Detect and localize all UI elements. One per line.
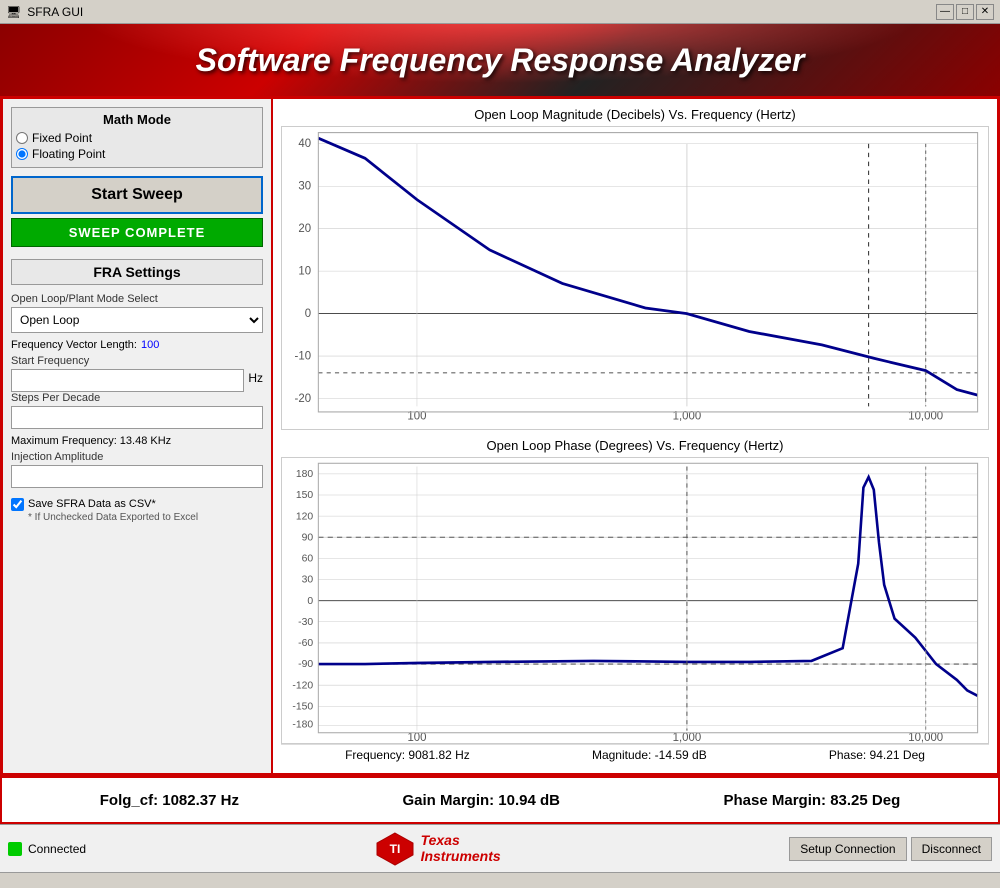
start-freq-input[interactable]: 20.0000 bbox=[11, 369, 244, 392]
sweep-section: Start Sweep SWEEP COMPLETE bbox=[11, 176, 263, 247]
math-mode-section: Math Mode Fixed Point Floating Point bbox=[11, 107, 263, 168]
freq-vector-line: Frequency Vector Length: 100 bbox=[11, 339, 263, 351]
svg-text:90: 90 bbox=[302, 532, 314, 543]
max-freq-display: Maximum Frequency: 13.48 KHz bbox=[11, 435, 263, 447]
folg-cf-metric: Folg_cf: 1082.37 Hz bbox=[100, 792, 239, 809]
scrollbar-area bbox=[0, 872, 1000, 888]
magnitude-chart-area: 40 30 20 10 0 -10 -20 100 bbox=[281, 126, 989, 430]
settings-area: Open Loop/Plant Mode Select Open Loop Pl… bbox=[11, 293, 263, 523]
injection-amplitude-label: Injection Amplitude bbox=[11, 451, 263, 463]
minimize-button[interactable]: — bbox=[936, 4, 954, 20]
steps-per-decade-input[interactable]: 35 bbox=[11, 406, 263, 429]
disconnect-button[interactable]: Disconnect bbox=[911, 837, 992, 861]
injection-amplitude-input[interactable]: .0500 bbox=[11, 465, 263, 488]
freq-vector-label: Frequency Vector Length: bbox=[11, 339, 137, 351]
steps-per-decade-label: Steps Per Decade bbox=[11, 392, 263, 404]
start-sweep-button[interactable]: Start Sweep bbox=[11, 176, 263, 214]
fixed-point-radio[interactable] bbox=[16, 132, 28, 144]
right-panel: Open Loop Magnitude (Decibels) Vs. Frequ… bbox=[273, 99, 997, 773]
svg-text:30: 30 bbox=[298, 178, 311, 193]
svg-text:0: 0 bbox=[305, 306, 312, 321]
svg-text:1,000: 1,000 bbox=[673, 732, 702, 743]
math-mode-label: Math Mode bbox=[16, 112, 258, 127]
mode-select-label: Open Loop/Plant Mode Select bbox=[11, 293, 263, 305]
floating-point-label: Floating Point bbox=[32, 147, 105, 161]
svg-text:10: 10 bbox=[298, 263, 311, 278]
svg-text:0: 0 bbox=[307, 595, 313, 606]
ti-logo-line1: Texas bbox=[421, 833, 501, 848]
metrics-bar: Folg_cf: 1082.37 Hz Gain Margin: 10.94 d… bbox=[0, 776, 1000, 824]
svg-text:-180: -180 bbox=[292, 719, 313, 730]
floating-point-option[interactable]: Floating Point bbox=[16, 147, 258, 161]
svg-text:10,000: 10,000 bbox=[908, 732, 943, 743]
svg-text:-60: -60 bbox=[298, 638, 313, 649]
fra-settings-label: FRA Settings bbox=[16, 264, 258, 280]
app-icon: 🖥 bbox=[6, 5, 21, 19]
title-bar-text: SFRA GUI bbox=[27, 5, 83, 19]
phase-readout: Phase: 94.21 Deg bbox=[829, 748, 925, 762]
magnitude-chart-container: Open Loop Magnitude (Decibels) Vs. Frequ… bbox=[281, 107, 989, 430]
svg-text:20: 20 bbox=[298, 221, 311, 236]
svg-text:40: 40 bbox=[298, 136, 311, 151]
ti-logo-line2: Instruments bbox=[421, 849, 501, 864]
svg-text:-90: -90 bbox=[298, 659, 313, 670]
close-button[interactable]: ✕ bbox=[976, 4, 994, 20]
ti-logo: TI Texas Instruments bbox=[375, 831, 501, 867]
svg-text:-120: -120 bbox=[292, 680, 313, 691]
fra-settings-section: FRA Settings bbox=[11, 259, 263, 285]
magnitude-chart-svg: 40 30 20 10 0 -10 -20 100 bbox=[282, 127, 988, 429]
save-csv-label: Save SFRA Data as CSV* bbox=[28, 498, 198, 510]
svg-text:-150: -150 bbox=[292, 701, 313, 712]
gain-margin-metric: Gain Margin: 10.94 dB bbox=[402, 792, 560, 809]
ti-logo-icon: TI bbox=[375, 831, 415, 867]
phase-chart-title: Open Loop Phase (Degrees) Vs. Frequency … bbox=[281, 438, 989, 453]
svg-text:60: 60 bbox=[302, 553, 314, 564]
frequency-readout: Frequency: 9081.82 Hz bbox=[345, 748, 470, 762]
header-banner: Software Frequency Response Analyzer bbox=[0, 24, 1000, 96]
svg-text:1,000: 1,000 bbox=[673, 408, 702, 423]
connected-status: Connected bbox=[8, 842, 86, 856]
freq-vector-value: 100 bbox=[141, 339, 159, 351]
svg-text:30: 30 bbox=[302, 574, 314, 585]
start-freq-unit: Hz bbox=[248, 371, 263, 385]
left-panel: Math Mode Fixed Point Floating Point Sta… bbox=[3, 99, 273, 773]
floating-point-radio[interactable] bbox=[16, 148, 28, 160]
ti-logo-text: Texas Instruments bbox=[421, 833, 501, 864]
title-bar: 🖥 SFRA GUI — □ ✕ bbox=[0, 0, 1000, 24]
svg-text:100: 100 bbox=[407, 408, 426, 423]
fixed-point-option[interactable]: Fixed Point bbox=[16, 131, 258, 145]
bottom-buttons: Setup Connection Disconnect bbox=[789, 837, 992, 861]
phase-chart-svg: 180 150 120 90 60 30 0 -30 -60 -90 -120 … bbox=[282, 458, 988, 743]
phase-chart-container: Open Loop Phase (Degrees) Vs. Frequency … bbox=[281, 438, 989, 765]
sweep-complete-indicator: SWEEP COMPLETE bbox=[11, 218, 263, 247]
svg-text:100: 100 bbox=[407, 732, 426, 743]
save-csv-section: Save SFRA Data as CSV* * If Unchecked Da… bbox=[11, 498, 263, 523]
save-csv-checkbox[interactable] bbox=[11, 498, 24, 511]
svg-text:180: 180 bbox=[296, 469, 313, 480]
mode-select-dropdown[interactable]: Open Loop Plant Mode bbox=[11, 307, 263, 333]
magnitude-chart-title: Open Loop Magnitude (Decibels) Vs. Frequ… bbox=[281, 107, 989, 122]
svg-text:-20: -20 bbox=[295, 390, 312, 405]
start-freq-label: Start Frequency bbox=[11, 355, 263, 367]
status-dot bbox=[8, 842, 22, 856]
svg-text:10,000: 10,000 bbox=[908, 408, 943, 423]
fixed-point-label: Fixed Point bbox=[32, 131, 92, 145]
phase-margin-metric: Phase Margin: 83.25 Deg bbox=[724, 792, 901, 809]
main-content: Math Mode Fixed Point Floating Point Sta… bbox=[0, 96, 1000, 776]
status-label: Connected bbox=[28, 842, 86, 856]
app-title: Software Frequency Response Analyzer bbox=[196, 42, 805, 79]
phase-chart-area: 180 150 120 90 60 30 0 -30 -60 -90 -120 … bbox=[281, 457, 989, 744]
svg-text:120: 120 bbox=[296, 511, 313, 522]
chart-info-bar: Frequency: 9081.82 Hz Magnitude: -14.59 … bbox=[281, 744, 989, 765]
svg-text:-30: -30 bbox=[298, 617, 313, 628]
setup-connection-button[interactable]: Setup Connection bbox=[789, 837, 906, 861]
save-csv-note: * If Unchecked Data Exported to Excel bbox=[28, 512, 198, 523]
svg-text:TI: TI bbox=[389, 842, 400, 856]
info-bar: Connected TI Texas Instruments Setup Con… bbox=[0, 824, 1000, 872]
svg-text:150: 150 bbox=[296, 490, 313, 501]
svg-text:-10: -10 bbox=[295, 348, 312, 363]
magnitude-readout: Magnitude: -14.59 dB bbox=[592, 748, 707, 762]
start-freq-row: 20.0000 Hz bbox=[11, 369, 263, 392]
maximize-button[interactable]: □ bbox=[956, 4, 974, 20]
